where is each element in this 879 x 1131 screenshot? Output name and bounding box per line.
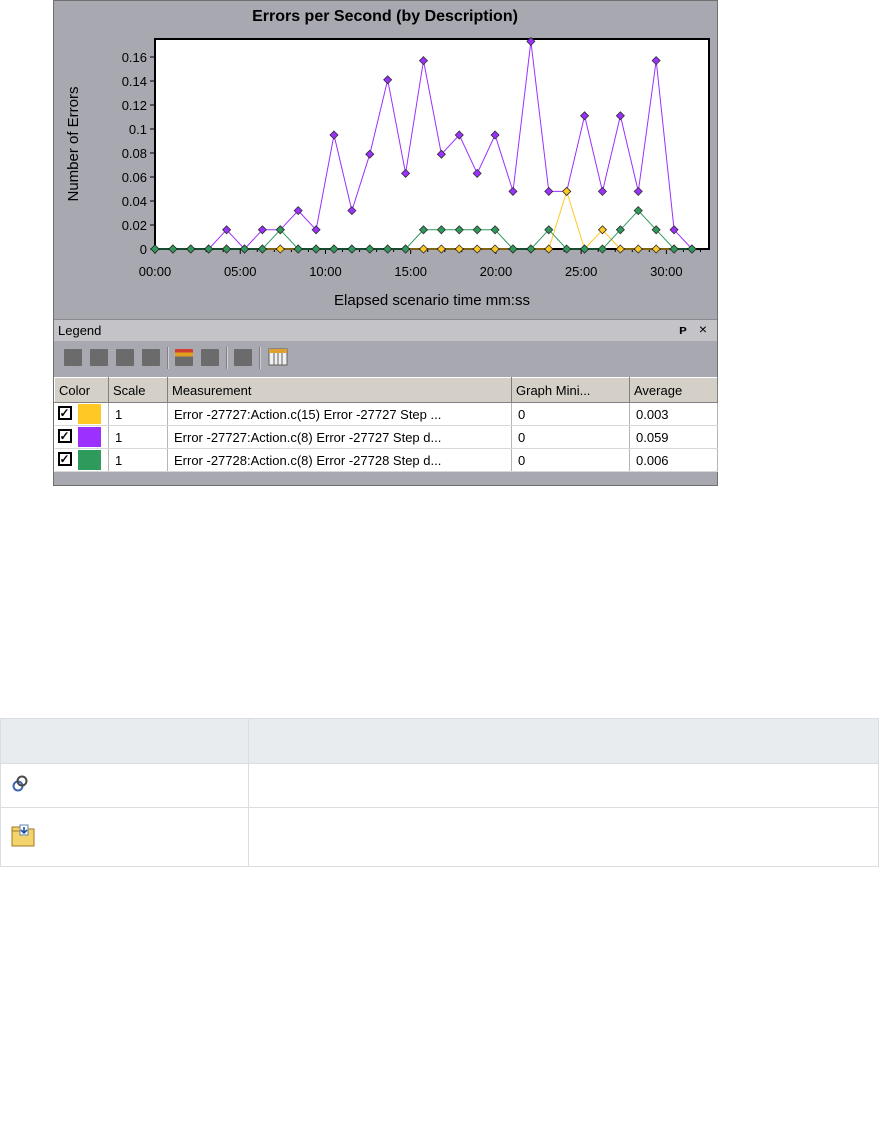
y-tick-label: 0.02 [122,218,147,233]
hide-graph-icon[interactable] [90,349,108,366]
series-checkbox[interactable]: ✓ [57,406,72,420]
color-cell: ✓ [54,448,109,472]
legend-table: Color Scale Measurement Graph Mini... Av… [54,377,718,472]
y-tick-label: 0.08 [122,146,147,161]
plot-area [154,38,710,250]
x-tick-label: 00:00 [139,264,172,279]
close-icon[interactable]: × [699,321,707,337]
show-all-icon[interactable] [142,349,160,366]
reference-header-cell [248,718,879,764]
col-color[interactable]: Color [54,377,109,403]
legend-titlebar: Legend ᴘ × [54,319,717,341]
scale-cell: 1 [108,425,168,449]
icon-cell [0,763,249,808]
y-axis-label: Number of Errors [65,86,82,201]
col-graph-min[interactable]: Graph Mini... [511,377,630,403]
y-tick-label: 0.12 [122,98,147,113]
x-tick-label: 10:00 [309,264,342,279]
color-cell: ✓ [54,402,109,426]
measurement-cell: Error -27728:Action.c(8) Error -27728 St… [167,448,512,472]
show-only-icon[interactable] [116,349,134,366]
x-tick-label: 25:00 [565,264,598,279]
toolbar-separator [167,347,169,369]
measurement-cell: Error -27727:Action.c(8) Error -27727 St… [167,425,512,449]
average-cell: 0.059 [629,425,718,449]
legend-title: Legend [58,323,102,338]
toolbar-separator [226,347,228,369]
x-tick-label: 30:00 [650,264,683,279]
show-graph-icon[interactable] [64,349,82,366]
configure-icon[interactable] [175,349,193,366]
reference-header-row [0,718,879,764]
toolbar-separator [259,347,261,369]
graph-min-cell: 0 [511,402,630,426]
columns-icon[interactable] [268,348,288,366]
scale-cell: 1 [108,402,168,426]
icon-cell [0,807,249,867]
x-tick-label: 20:00 [480,264,513,279]
color-cell: ✓ [54,425,109,449]
legend-row[interactable]: ✓ 1 Error -27728:Action.c(8) Error -2772… [54,448,718,472]
graph-min-cell: 0 [511,425,630,449]
reference-table [0,718,879,867]
pin-icon[interactable]: ᴘ [679,322,687,337]
link-icon [12,775,28,792]
col-average[interactable]: Average [629,377,718,403]
legend-header-row: Color Scale Measurement Graph Mini... Av… [54,377,718,403]
y-tick-label: 0.04 [122,194,147,209]
x-axis-label: Elapsed scenario time mm:ss [334,292,530,309]
y-tick-label: 0 [140,242,147,257]
average-cell: 0.006 [629,448,718,472]
y-tick-label: 0.14 [122,74,147,89]
reference-row [0,807,879,867]
y-tick-label: 0.16 [122,50,147,65]
y-tick-label: 0.06 [122,170,147,185]
legend-row[interactable]: ✓ 1 Error -27727:Action.c(15) Error -277… [54,402,718,426]
chart-title: Errors per Second (by Description) [252,8,518,25]
series-checkbox[interactable]: ✓ [57,429,72,443]
series-checkbox[interactable]: ✓ [57,452,72,466]
color-swatch[interactable] [77,427,101,447]
col-scale[interactable]: Scale [108,377,168,403]
measurement-cell: Error -27727:Action.c(15) Error -27727 S… [167,402,512,426]
description-cell [248,807,879,867]
reference-header-cell [0,718,249,764]
scale-cell: 1 [108,448,168,472]
color-icon[interactable] [201,349,219,366]
legend-toolbar [54,341,717,375]
legend-row[interactable]: ✓ 1 Error -27727:Action.c(8) Error -2772… [54,425,718,449]
average-cell: 0.003 [629,402,718,426]
reference-row [0,763,879,808]
description-cell [248,763,879,808]
chart: Errors per Second (by Description) 0 0.02 0… [65,8,710,309]
col-measurement[interactable]: Measurement [167,377,512,403]
scale-icon[interactable] [234,349,252,366]
color-swatch[interactable] [77,404,101,424]
x-tick-label: 15:00 [394,264,427,279]
x-tick-label: 05:00 [224,264,257,279]
folder-import-icon [11,824,35,846]
color-swatch[interactable] [77,450,101,470]
y-tick-label: 0.1 [129,122,147,137]
graph-min-cell: 0 [511,448,630,472]
graph-window: Errors per Second (by Description) 0 0.02 0… [53,0,718,486]
